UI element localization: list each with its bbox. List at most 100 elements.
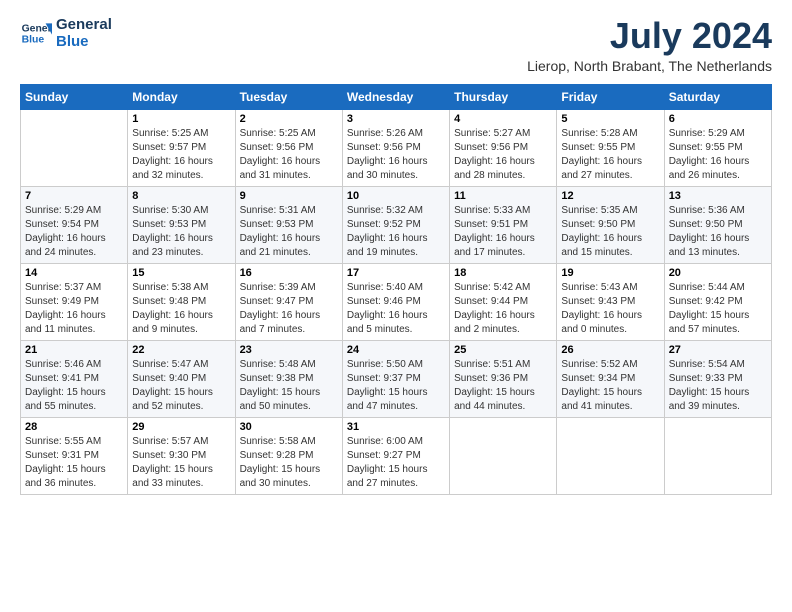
calendar-cell: 7 Sunrise: 5:29 AM Sunset: 9:54 PM Daylig… [21,186,128,263]
calendar-cell [557,417,664,494]
calendar-cell: 17Sunrise: 5:40 AM Sunset: 9:46 PM Dayli… [342,263,449,340]
calendar-cell: 9 Sunrise: 5:31 AM Sunset: 9:53 PM Daylig… [235,186,342,263]
day-number: 16 [240,267,338,279]
day-number: 1 [132,113,230,125]
day-number: 20 [669,267,767,279]
day-info: Sunrise: 5:25 AM Sunset: 9:56 PM Dayligh… [240,127,338,183]
day-info: Sunrise: 5:31 AM Sunset: 9:53 PM Dayligh… [240,204,338,260]
calendar-cell: 3 Sunrise: 5:26 AM Sunset: 9:56 PM Daylig… [342,109,449,186]
calendar-cell: 16 Sunrise: 5:39 AM Sunset: 9:47 PM Dayli… [235,263,342,340]
month-year: July 2024 [527,16,772,56]
week-row-4: 21 Sunrise: 5:46 AM Sunset: 9:41 PM Dayli… [21,340,772,417]
day-number: 23 [240,344,338,356]
calendar-cell: 11 Sunrise: 5:33 AM Sunset: 9:51 PM Dayli… [450,186,557,263]
calendar-cell: 19 Sunrise: 5:43 AM Sunset: 9:43 PM Dayli… [557,263,664,340]
day-number: 24 [347,344,445,356]
calendar-cell [450,417,557,494]
day-number: 7 [25,190,123,202]
calendar-cell: 23 Sunrise: 5:48 AM Sunset: 9:38 PM Dayli… [235,340,342,417]
calendar-cell: 5 Sunrise: 5:28 AM Sunset: 9:55 PM Daylig… [557,109,664,186]
day-info: Sunrise: 5:52 AM Sunset: 9:34 PM Dayligh… [561,358,659,414]
calendar-cell [664,417,771,494]
day-info: Sunrise: 5:44 AM Sunset: 9:42 PM Dayligh… [669,281,767,337]
day-number: 18 [454,267,552,279]
day-info: Sunrise: 5:29 AM Sunset: 9:54 PM Dayligh… [25,204,123,260]
day-number: 22 [132,344,230,356]
calendar-cell: 15Sunrise: 5:38 AM Sunset: 9:48 PM Dayli… [128,263,235,340]
logo-icon: General Blue [20,17,52,49]
day-number: 28 [25,421,123,433]
calendar-cell: 13 Sunrise: 5:36 AM Sunset: 9:50 PM Dayli… [664,186,771,263]
calendar-cell: 10Sunrise: 5:32 AM Sunset: 9:52 PM Dayli… [342,186,449,263]
day-info: Sunrise: 5:27 AM Sunset: 9:56 PM Dayligh… [454,127,552,183]
day-number: 4 [454,113,552,125]
day-number: 19 [561,267,659,279]
day-info: Sunrise: 5:29 AM Sunset: 9:55 PM Dayligh… [669,127,767,183]
day-number: 3 [347,113,445,125]
calendar-cell: 22 Sunrise: 5:47 AM Sunset: 9:40 PM Dayli… [128,340,235,417]
day-info: Sunrise: 5:50 AM Sunset: 9:37 PM Dayligh… [347,358,445,414]
calendar-cell: 31 Sunrise: 6:00 AM Sunset: 9:27 PM Dayli… [342,417,449,494]
day-number: 13 [669,190,767,202]
day-info: Sunrise: 5:51 AM Sunset: 9:36 PM Dayligh… [454,358,552,414]
week-row-1: 1 Sunrise: 5:25 AM Sunset: 9:57 PM Daylig… [21,109,772,186]
calendar-cell: 21 Sunrise: 5:46 AM Sunset: 9:41 PM Dayli… [21,340,128,417]
day-number: 6 [669,113,767,125]
calendar-cell: 28 Sunrise: 5:55 AM Sunset: 9:31 PM Dayli… [21,417,128,494]
day-number: 9 [240,190,338,202]
calendar-cell: 12Sunrise: 5:35 AM Sunset: 9:50 PM Dayli… [557,186,664,263]
calendar-cell: 8Sunrise: 5:30 AM Sunset: 9:53 PM Daylig… [128,186,235,263]
header-saturday: Saturday [664,84,771,109]
header-friday: Friday [557,84,664,109]
day-number: 27 [669,344,767,356]
day-info: Sunrise: 5:54 AM Sunset: 9:33 PM Dayligh… [669,358,767,414]
svg-text:Blue: Blue [22,35,45,46]
day-number: 2 [240,113,338,125]
day-info: Sunrise: 5:25 AM Sunset: 9:57 PM Dayligh… [132,127,230,183]
calendar-cell: 2 Sunrise: 5:25 AM Sunset: 9:56 PM Daylig… [235,109,342,186]
calendar-cell: 20 Sunrise: 5:44 AM Sunset: 9:42 PM Dayli… [664,263,771,340]
calendar-cell: 1 Sunrise: 5:25 AM Sunset: 9:57 PM Daylig… [128,109,235,186]
day-info: Sunrise: 5:38 AM Sunset: 9:48 PM Dayligh… [132,281,230,337]
day-info: Sunrise: 5:46 AM Sunset: 9:41 PM Dayligh… [25,358,123,414]
day-info: Sunrise: 5:47 AM Sunset: 9:40 PM Dayligh… [132,358,230,414]
day-number: 21 [25,344,123,356]
day-number: 5 [561,113,659,125]
page: General Blue General Blue July 2024 Lier… [0,0,792,507]
day-number: 31 [347,421,445,433]
calendar-cell: 18 Sunrise: 5:42 AM Sunset: 9:44 PM Dayli… [450,263,557,340]
day-info: Sunrise: 6:00 AM Sunset: 9:27 PM Dayligh… [347,435,445,491]
day-info: Sunrise: 5:36 AM Sunset: 9:50 PM Dayligh… [669,204,767,260]
day-number: 26 [561,344,659,356]
calendar-cell: 25 Sunrise: 5:51 AM Sunset: 9:36 PM Dayli… [450,340,557,417]
day-info: Sunrise: 5:39 AM Sunset: 9:47 PM Dayligh… [240,281,338,337]
calendar-cell: 30 Sunrise: 5:58 AM Sunset: 9:28 PM Dayli… [235,417,342,494]
calendar-cell: 27 Sunrise: 5:54 AM Sunset: 9:33 PM Dayli… [664,340,771,417]
day-info: Sunrise: 5:43 AM Sunset: 9:43 PM Dayligh… [561,281,659,337]
location: Lierop, North Brabant, The Netherlands [527,58,772,74]
day-info: Sunrise: 5:48 AM Sunset: 9:38 PM Dayligh… [240,358,338,414]
header-tuesday: Tuesday [235,84,342,109]
day-info: Sunrise: 5:32 AM Sunset: 9:52 PM Dayligh… [347,204,445,260]
header-sunday: Sunday [21,84,128,109]
day-info: Sunrise: 5:42 AM Sunset: 9:44 PM Dayligh… [454,281,552,337]
logo-line1: General [56,16,112,33]
day-info: Sunrise: 5:28 AM Sunset: 9:55 PM Dayligh… [561,127,659,183]
day-number: 17 [347,267,445,279]
day-number: 30 [240,421,338,433]
day-info: Sunrise: 5:33 AM Sunset: 9:51 PM Dayligh… [454,204,552,260]
header-monday: Monday [128,84,235,109]
day-info: Sunrise: 5:58 AM Sunset: 9:28 PM Dayligh… [240,435,338,491]
day-number: 25 [454,344,552,356]
day-info: Sunrise: 5:35 AM Sunset: 9:50 PM Dayligh… [561,204,659,260]
day-info: Sunrise: 5:26 AM Sunset: 9:56 PM Dayligh… [347,127,445,183]
header-wednesday: Wednesday [342,84,449,109]
week-row-3: 14Sunrise: 5:37 AM Sunset: 9:49 PM Dayli… [21,263,772,340]
week-row-5: 28 Sunrise: 5:55 AM Sunset: 9:31 PM Dayli… [21,417,772,494]
header: General Blue General Blue July 2024 Lier… [20,16,772,74]
day-info: Sunrise: 5:55 AM Sunset: 9:31 PM Dayligh… [25,435,123,491]
calendar-cell [21,109,128,186]
week-row-2: 7 Sunrise: 5:29 AM Sunset: 9:54 PM Daylig… [21,186,772,263]
calendar-cell: 4 Sunrise: 5:27 AM Sunset: 9:56 PM Daylig… [450,109,557,186]
day-number: 11 [454,190,552,202]
